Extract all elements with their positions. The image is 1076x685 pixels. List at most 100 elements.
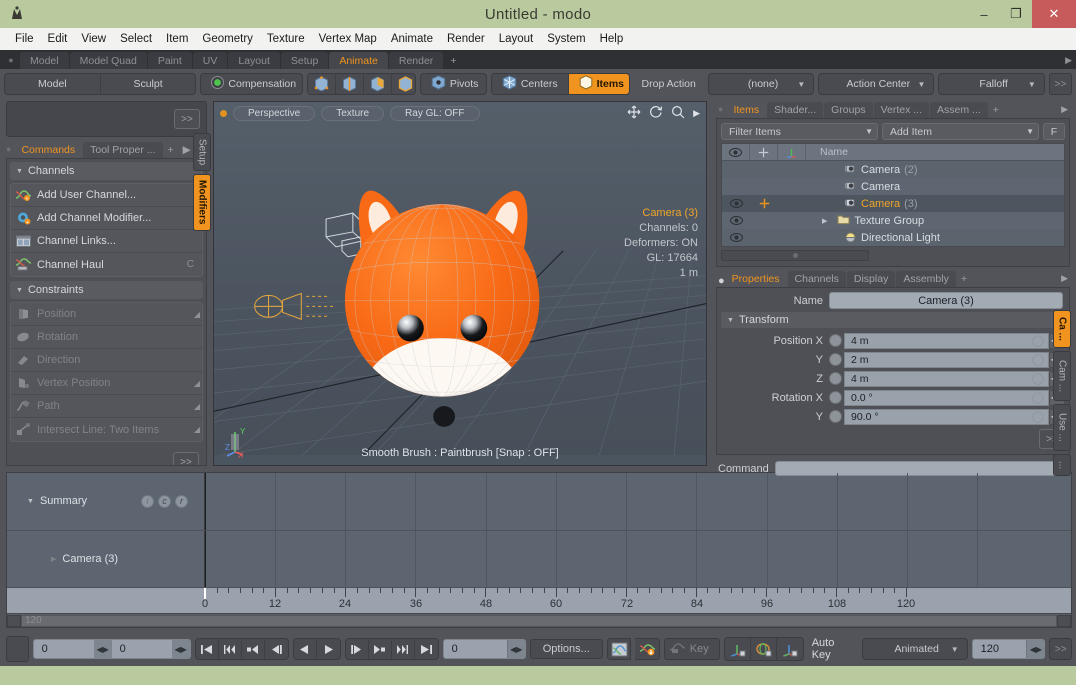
row-axis-cell[interactable]: [778, 195, 806, 212]
tab-vertex[interactable]: Vertex ...: [873, 102, 930, 118]
tab-display[interactable]: Display: [846, 271, 896, 287]
rotation-x-input[interactable]: 0.0 ° ◯: [844, 389, 1049, 406]
filter-toggle-button[interactable]: F: [1043, 123, 1065, 140]
table-row[interactable]: Camera: [722, 178, 1064, 195]
row-visibility-cell[interactable]: [722, 212, 750, 229]
range-start-spinner[interactable]: ◀▶: [93, 640, 112, 658]
keyframe-indicator-icon[interactable]: ◯: [1032, 334, 1044, 347]
tab-assembly-props[interactable]: Assembly: [896, 271, 956, 287]
end-frame-spinner[interactable]: ◀▶: [1026, 640, 1045, 658]
pivots-button[interactable]: Pivots: [421, 74, 486, 94]
viewport-shading-button[interactable]: Texture: [321, 105, 385, 121]
row-visibility-cell[interactable]: [722, 195, 750, 212]
position-x-input[interactable]: 4 m ◯: [844, 332, 1049, 349]
add-panel-tab-button[interactable]: +: [164, 142, 178, 158]
viewport-raygl-button[interactable]: Ray GL: OFF: [390, 105, 480, 121]
prev-key-icon[interactable]: [219, 639, 242, 659]
auto-key-mode-dropdown[interactable]: Animated ▼: [861, 638, 968, 660]
add-items-tab-button[interactable]: +: [989, 102, 1003, 118]
chevron-right-icon[interactable]: ▶: [693, 108, 700, 119]
section-header-channels[interactable]: ▼ Channels: [10, 162, 203, 180]
badge-c[interactable]: c: [158, 494, 171, 508]
edge-mode-button[interactable]: [336, 74, 365, 94]
row-visibility-cell[interactable]: [722, 178, 750, 195]
badge-r[interactable]: r: [175, 494, 188, 508]
property-keyframe-toggle[interactable]: [829, 391, 842, 404]
layout-tab-animate[interactable]: Animate: [329, 52, 388, 69]
row-transform-cell[interactable]: [750, 212, 778, 229]
tab-properties[interactable]: Properties: [724, 271, 787, 287]
row-axis-cell[interactable]: [778, 161, 806, 178]
row-axis-cell[interactable]: [778, 229, 806, 246]
keyframe-indicator-icon[interactable]: ◯: [1032, 410, 1044, 423]
property-keyframe-toggle[interactable]: [829, 410, 842, 423]
chevron-right-icon[interactable]: ▶: [51, 555, 56, 563]
current-frame-input[interactable]: 0 ◀▶: [442, 639, 526, 659]
tab-shader[interactable]: Shader...: [767, 102, 824, 118]
command-path[interactable]: Path ◢: [11, 395, 202, 418]
timeline-scroll-right-grip[interactable]: [1057, 614, 1071, 627]
key-position-icon[interactable]: [725, 638, 751, 660]
layout-tab-render[interactable]: Render: [388, 52, 444, 69]
layout-tab-setup[interactable]: Setup: [280, 52, 329, 69]
timeline-horizontal-scrollbar[interactable]: 120: [7, 613, 1071, 627]
vertex-mode-button[interactable]: [308, 74, 337, 94]
property-keyframe-toggle[interactable]: [829, 334, 842, 347]
prev-frame-step-icon[interactable]: [242, 639, 265, 659]
keyframe-indicator-icon[interactable]: ◯: [1032, 391, 1044, 404]
panel-menu-dot-icon[interactable]: ●: [6, 144, 11, 154]
keyframe-indicator-icon[interactable]: ◯: [1032, 353, 1044, 366]
command-position[interactable]: Position ◢: [11, 303, 202, 326]
create-key-icon[interactable]: [635, 638, 660, 660]
menu-item-layout[interactable]: Layout: [492, 31, 541, 47]
command-channel-haul[interactable]: Channel Haul C: [11, 253, 202, 276]
layout-tab-paint[interactable]: Paint: [147, 52, 192, 69]
timeline-grid-summary[interactable]: [205, 473, 1071, 530]
row-transform-cell[interactable]: [750, 195, 778, 212]
menu-item-view[interactable]: View: [74, 31, 113, 47]
compensation-button[interactable]: Compensation: [201, 74, 302, 94]
layout-tab-model-quad[interactable]: Model Quad: [69, 52, 147, 69]
options-button[interactable]: Options...: [529, 639, 603, 659]
layout-tabs-overflow-icon[interactable]: ▶: [1065, 55, 1072, 69]
rotation-y-input[interactable]: 90.0 ° ◯: [844, 408, 1049, 425]
layout-tab-uv[interactable]: UV: [192, 52, 228, 69]
range-end-input[interactable]: 0 ◀▶: [112, 640, 190, 658]
tab-tool-properties[interactable]: Tool Proper ...: [83, 142, 163, 158]
vtab-cam[interactable]: Cam ...: [1053, 350, 1071, 402]
table-row[interactable]: Directional Light: [722, 229, 1064, 246]
command-vertex-position[interactable]: Vertex Position ◢: [11, 372, 202, 395]
panel-menu-dot-icon[interactable]: ●: [718, 104, 723, 114]
table-row[interactable]: ▶ Texture Group: [722, 212, 1064, 229]
row-axis-cell[interactable]: [778, 178, 806, 195]
next-key-icon[interactable]: [369, 639, 392, 659]
menu-item-system[interactable]: System: [540, 31, 592, 47]
none-dropdown[interactable]: (none) ▼: [707, 73, 815, 95]
position-z-input[interactable]: 4 m ◯: [844, 370, 1049, 387]
table-row[interactable]: Camera (3): [722, 195, 1064, 212]
action-center-dropdown[interactable]: Action Center ▼: [818, 73, 935, 95]
menu-item-render[interactable]: Render: [440, 31, 492, 47]
table-row[interactable]: Camera (2): [722, 161, 1064, 178]
row-transform-cell[interactable]: [750, 229, 778, 246]
tab-assembly[interactable]: Assem ...: [930, 102, 988, 118]
vtab-camera[interactable]: Ca ...: [1053, 310, 1071, 348]
zoom-icon[interactable]: [671, 105, 685, 122]
row-visibility-cell[interactable]: [722, 161, 750, 178]
items-horizontal-scrollbar[interactable]: [721, 249, 1065, 262]
step-back-icon[interactable]: [265, 639, 288, 659]
timeline-ruler[interactable]: 0 12 24 36 48 60 72 84 96 108 120: [7, 587, 1071, 613]
chevron-down-icon[interactable]: ▼: [27, 498, 34, 505]
tab-groups[interactable]: Groups: [824, 102, 873, 118]
play-icon[interactable]: [317, 639, 340, 659]
item-name-input[interactable]: Camera (3): [829, 292, 1063, 309]
properties-tabs-overflow-icon[interactable]: ▶: [1061, 273, 1068, 287]
timeline-scroll-bar[interactable]: 120: [21, 614, 1057, 627]
transport-overflow-button[interactable]: >>: [1049, 638, 1073, 660]
property-keyframe-toggle[interactable]: [829, 353, 842, 366]
end-frame-input[interactable]: 120 ◀▶: [971, 639, 1046, 659]
add-item-dropdown[interactable]: Add Item ▼: [882, 123, 1039, 140]
transform-section-header[interactable]: ▼ Transform: [721, 312, 1065, 328]
command-intersect-line-two-items[interactable]: Intersect Line: Two Items ◢: [11, 418, 202, 441]
timeline-row-camera[interactable]: ▶ Camera (3): [7, 530, 1071, 587]
